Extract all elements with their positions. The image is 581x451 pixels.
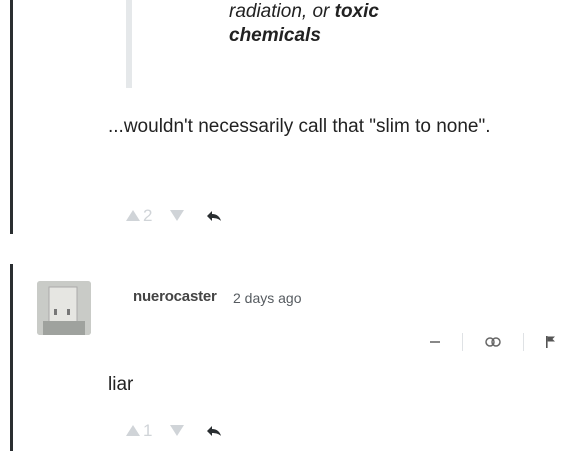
- vote-bar: 1: [126, 422, 222, 439]
- menu-divider: [523, 333, 524, 351]
- blockquote-bar: [126, 0, 132, 88]
- comment-body: liar: [108, 374, 134, 395]
- upvote-icon: [126, 425, 140, 436]
- comment-timestamp[interactable]: 2 days ago: [233, 290, 302, 306]
- reply-icon[interactable]: [206, 210, 222, 222]
- vote-bar: 2: [126, 207, 222, 224]
- downvote-button[interactable]: [170, 210, 185, 221]
- flag-icon[interactable]: [546, 336, 556, 348]
- minus-icon[interactable]: [430, 341, 440, 343]
- upvote-button[interactable]: 1: [126, 422, 152, 439]
- avatar-image: [37, 281, 91, 335]
- blockquote-text: radiation, or toxic chemicals: [229, 0, 549, 48]
- blockquote-line1: radiation, or: [229, 1, 335, 22]
- author-name[interactable]: nuerocaster: [133, 288, 217, 305]
- thread-indent-bar: [10, 264, 13, 451]
- downvote-button[interactable]: [170, 425, 185, 436]
- comment-body: ...wouldn't necessarily call that "slim …: [108, 116, 491, 137]
- upvote-count: 2: [143, 206, 153, 225]
- blockquote-bold-2: chemicals: [229, 25, 321, 46]
- thread-indent-bar: [10, 0, 13, 234]
- upvote-count: 1: [143, 421, 153, 440]
- upvote-button[interactable]: 2: [126, 207, 152, 224]
- reply-icon[interactable]: [206, 425, 222, 437]
- comment-menu: [430, 333, 556, 351]
- blockquote-bold-1: toxic: [334, 1, 379, 22]
- upvote-icon: [126, 210, 140, 221]
- link-icon[interactable]: [485, 337, 501, 347]
- avatar[interactable]: [37, 281, 91, 335]
- menu-divider: [462, 333, 463, 351]
